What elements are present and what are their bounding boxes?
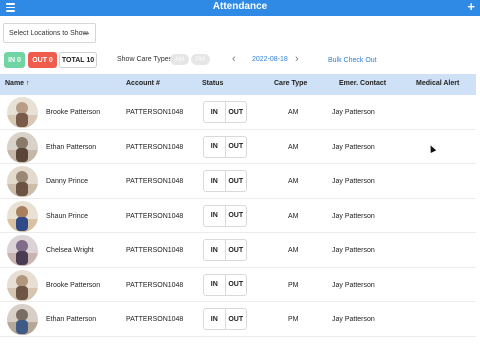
- emergency-contact: Jay Patterson: [332, 178, 375, 185]
- check-in-button[interactable]: IN: [204, 137, 225, 157]
- account-number: PATTERSON1048: [126, 143, 184, 151]
- avatar: [7, 200, 38, 232]
- avatar: [7, 235, 38, 266]
- emergency-contact: Jay Patterson: [332, 316, 375, 323]
- avatar: [7, 166, 38, 197]
- emergency-contact: Jay Patterson: [332, 109, 375, 116]
- emergency-contact: Jay Patterson: [332, 281, 375, 289]
- table-row[interactable]: Brooke Patterson PATTERSON1048 IN OUT AM…: [0, 95, 476, 130]
- account-number: PATTERSON1048: [126, 212, 184, 220]
- arrow-right-icon: →: [81, 27, 91, 38]
- avatar: [7, 269, 38, 301]
- chevron-left-icon[interactable]: ‹: [232, 52, 236, 66]
- table-header: Name ↑ Account # Status Care Type Emer. …: [0, 74, 476, 95]
- care-type: PM: [288, 316, 299, 323]
- bulk-check-out-link[interactable]: Bulk Check Out: [328, 57, 377, 64]
- check-out-button[interactable]: OUT: [224, 136, 247, 157]
- in-count-chip[interactable]: IN 0: [4, 52, 25, 68]
- column-medical-alert-header[interactable]: Medical Alert: [416, 80, 459, 87]
- check-out-button[interactable]: OUT: [224, 309, 247, 329]
- care-type: AM: [288, 143, 299, 151]
- student-name[interactable]: Brooke Patterson: [46, 109, 100, 116]
- avatar: [7, 304, 38, 335]
- table-row[interactable]: Brooke Patterson PATTERSON1048 IN OUT PM…: [0, 268, 476, 302]
- column-name-header[interactable]: Name ↑: [5, 80, 30, 87]
- check-out-button[interactable]: OUT: [224, 171, 247, 191]
- out-count-chip[interactable]: OUT 0: [28, 52, 57, 68]
- add-icon[interactable]: +: [467, 0, 475, 15]
- check-out-button[interactable]: OUT: [224, 240, 247, 260]
- student-name[interactable]: Shaun Prince: [46, 213, 88, 220]
- care-type: AM: [288, 247, 299, 254]
- column-status-header[interactable]: Status: [202, 80, 223, 87]
- status-toggle: IN OUT: [203, 308, 247, 330]
- emergency-contact: Jay Patterson: [332, 143, 375, 151]
- app-bar: Attendance +: [0, 0, 480, 16]
- student-name[interactable]: Ethan Patterson: [46, 316, 96, 323]
- status-toggle: IN OUT: [203, 170, 247, 192]
- account-number: PATTERSON1048: [126, 316, 184, 323]
- care-type: AM: [288, 212, 299, 220]
- check-in-button[interactable]: IN: [204, 206, 225, 226]
- care-type-pm-toggle[interactable]: PM: [191, 54, 210, 65]
- avatar: [7, 131, 38, 163]
- account-number: PATTERSON1048: [126, 247, 184, 254]
- location-select-label: Select Locations to Show: [9, 29, 88, 37]
- table-row[interactable]: Shaun Prince PATTERSON1048 IN OUT AM Jay…: [0, 199, 476, 233]
- student-name[interactable]: Chelsea Wright: [46, 247, 94, 254]
- column-care-type-header[interactable]: Care Type: [274, 80, 307, 87]
- care-type: AM: [288, 109, 299, 116]
- check-out-button[interactable]: OUT: [224, 274, 247, 295]
- attendance-table: Name ↑ Account # Status Care Type Emer. …: [0, 74, 476, 337]
- status-toggle: IN OUT: [203, 135, 247, 158]
- status-toggle: IN OUT: [203, 204, 247, 227]
- sort-up-icon: ↑: [26, 80, 30, 87]
- status-toggle: IN OUT: [203, 273, 247, 296]
- avatar: [7, 97, 38, 128]
- care-type: PM: [288, 281, 299, 289]
- table-row[interactable]: Ethan Patterson PATTERSON1048 IN OUT AM …: [0, 130, 476, 164]
- care-type: AM: [288, 178, 299, 185]
- column-account-header[interactable]: Account #: [126, 80, 160, 87]
- check-in-button[interactable]: IN: [204, 102, 225, 122]
- status-toggle: IN OUT: [203, 101, 247, 123]
- total-count-chip[interactable]: TOTAL 10: [59, 52, 97, 68]
- column-emer-contact-header[interactable]: Emer. Contact: [339, 80, 386, 87]
- check-in-button[interactable]: IN: [204, 171, 225, 191]
- table-row[interactable]: Chelsea Wright PATTERSON1048 IN OUT AM J…: [0, 233, 476, 268]
- check-out-button[interactable]: OUT: [224, 205, 247, 226]
- check-out-button[interactable]: OUT: [224, 102, 247, 122]
- current-date[interactable]: 2022-08-18: [252, 56, 288, 63]
- student-name[interactable]: Danny Prince: [46, 178, 88, 185]
- table-row[interactable]: Ethan Patterson PATTERSON1048 IN OUT PM …: [0, 302, 476, 337]
- location-select[interactable]: Select Locations to Show →: [3, 23, 96, 43]
- care-types-label: Show Care Types: [117, 56, 173, 63]
- check-in-button[interactable]: IN: [204, 240, 225, 260]
- emergency-contact: Jay Patterson: [332, 212, 375, 220]
- table-row[interactable]: Danny Prince PATTERSON1048 IN OUT AM Jay…: [0, 164, 476, 199]
- care-type-am-toggle[interactable]: AM: [170, 54, 189, 65]
- emergency-contact: Jay Patterson: [332, 247, 375, 254]
- page-title: Attendance: [212, 1, 268, 12]
- student-name[interactable]: Brooke Patterson: [46, 282, 100, 289]
- chevron-right-icon[interactable]: ›: [295, 52, 299, 66]
- account-number: PATTERSON1048: [126, 178, 184, 185]
- account-number: PATTERSON1048: [126, 109, 184, 116]
- account-number: PATTERSON1048: [126, 281, 184, 289]
- student-name[interactable]: Ethan Patterson: [46, 144, 96, 151]
- check-in-button[interactable]: IN: [204, 309, 225, 329]
- status-toggle: IN OUT: [203, 239, 247, 261]
- check-in-button[interactable]: IN: [204, 275, 225, 295]
